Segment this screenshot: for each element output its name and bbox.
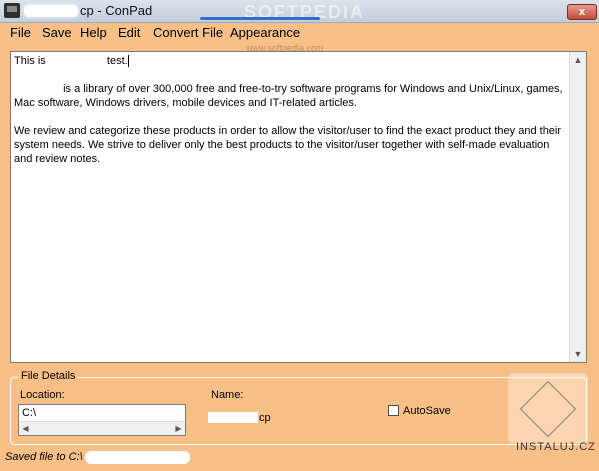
- text-caret: [127, 55, 129, 68]
- title-redaction: [24, 5, 78, 17]
- autosave-checkbox[interactable]: [388, 405, 399, 416]
- autosave-label[interactable]: AutoSave: [403, 405, 451, 417]
- instaluj-logo: [508, 373, 588, 443]
- menu-save[interactable]: Save: [42, 25, 72, 40]
- editor-paragraph-1: is a library of over 300,000 free and fr…: [14, 83, 563, 109]
- editor-line-1: This is test.: [14, 55, 129, 68]
- name-value: cp: [259, 412, 271, 424]
- menu-file[interactable]: File: [10, 25, 31, 40]
- scroll-left-icon[interactable]: ◀: [19, 422, 32, 435]
- text-editor[interactable]: This is test. is a library of over 300,0…: [10, 51, 587, 363]
- name-label: Name:: [211, 389, 244, 401]
- vertical-scrollbar[interactable]: ▲ ▼: [569, 52, 586, 362]
- redaction: [48, 55, 104, 67]
- file-details-label: File Details: [19, 370, 78, 382]
- scroll-right-icon[interactable]: ▶: [172, 422, 185, 435]
- redaction: [14, 83, 60, 95]
- location-label: Location:: [20, 389, 65, 401]
- status-text: Saved file to C:\: [5, 451, 83, 463]
- location-value[interactable]: C:\: [22, 407, 36, 419]
- menu-appearance[interactable]: Appearance: [230, 25, 300, 40]
- name-redaction: [208, 412, 258, 423]
- location-field[interactable]: C:\ ◀ ▶: [18, 404, 186, 436]
- scroll-up-icon[interactable]: ▲: [570, 52, 586, 68]
- status-redaction: [85, 451, 190, 464]
- title-bar[interactable]: cp - ConPad SOFTPEDIA x: [0, 0, 599, 23]
- window-title: cp - ConPad: [80, 3, 153, 18]
- logo-text: INSTALUJ.CZ: [516, 441, 596, 453]
- menu-help[interactable]: Help: [80, 25, 107, 40]
- menu-edit[interactable]: Edit: [118, 25, 140, 40]
- app-icon[interactable]: [4, 3, 20, 18]
- progress-bar: [200, 17, 320, 20]
- editor-paragraph-2: We review and categorize these products …: [14, 125, 562, 165]
- horizontal-scrollbar[interactable]: ◀ ▶: [19, 421, 185, 435]
- close-button[interactable]: x: [567, 4, 597, 20]
- editor-content[interactable]: This is test. is a library of over 300,0…: [14, 54, 569, 359]
- menu-convert-file[interactable]: Convert File: [153, 25, 223, 40]
- scroll-down-icon[interactable]: ▼: [570, 346, 586, 362]
- menu-bar: File Save Help Edit Convert File Appeara…: [0, 23, 599, 43]
